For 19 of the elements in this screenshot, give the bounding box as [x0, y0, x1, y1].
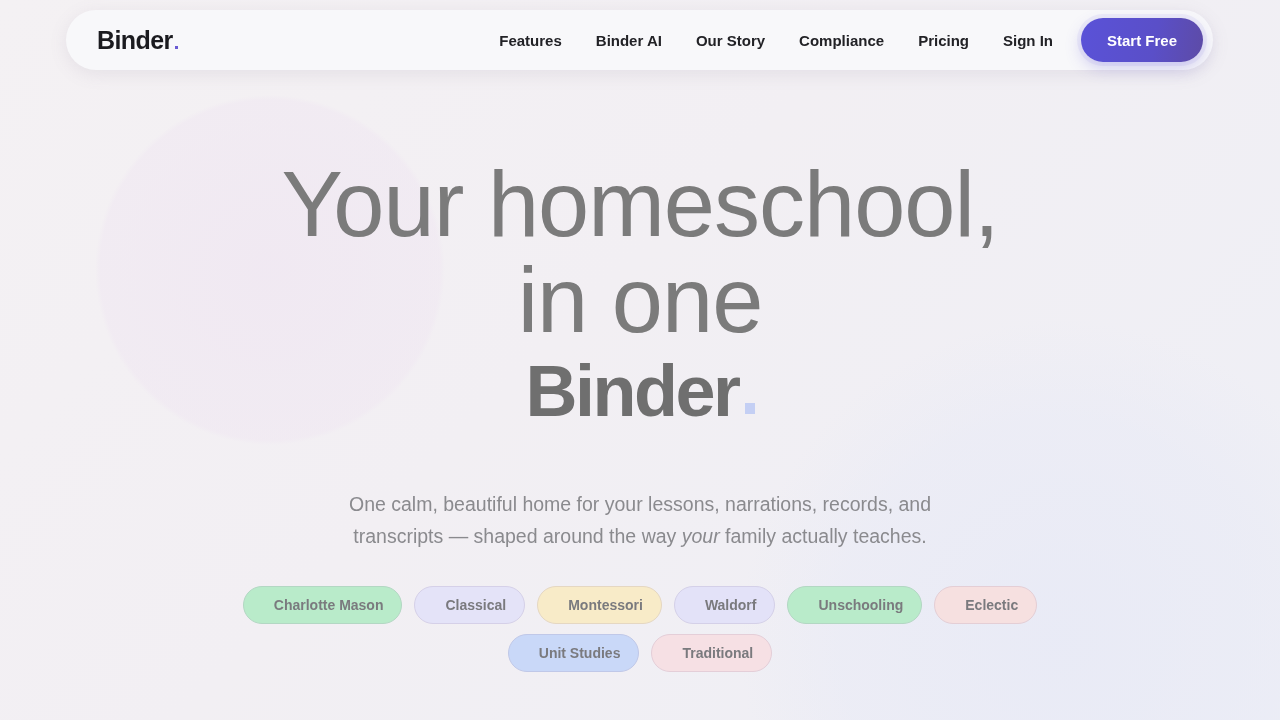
method-tag: Unschooling	[787, 586, 923, 624]
start-free-button[interactable]: Start Free	[1081, 18, 1203, 62]
nav-link[interactable]: Our Story	[695, 31, 766, 49]
method-tag: Waldorf	[673, 586, 776, 624]
method-tag: Charlotte Mason	[242, 586, 403, 624]
nav-link[interactable]: Compliance	[799, 31, 885, 49]
nav-link[interactable]: Sign In	[1003, 31, 1053, 49]
method-tag: Classical	[414, 586, 526, 624]
method-tag: Eclectic	[934, 586, 1038, 624]
nav-link[interactable]: Features	[499, 31, 562, 49]
hero-subtitle: One calm, beautiful home for your lessons, narrations, records, and transcripts — shaped around the way your family actually teaches.	[347, 492, 932, 549]
method-tag: Traditional	[651, 634, 773, 672]
nav-link[interactable]: Pricing	[918, 31, 969, 49]
logo[interactable]: Binder	[97, 25, 173, 55]
brand-wordmark: Binder	[525, 352, 739, 430]
hero-headline: Your homeschool, in one	[281, 156, 999, 348]
method-tag: Montessori	[537, 586, 662, 624]
method-tag: Unit Studies	[507, 634, 640, 672]
nav-link[interactable]: Binder AI	[595, 31, 662, 49]
